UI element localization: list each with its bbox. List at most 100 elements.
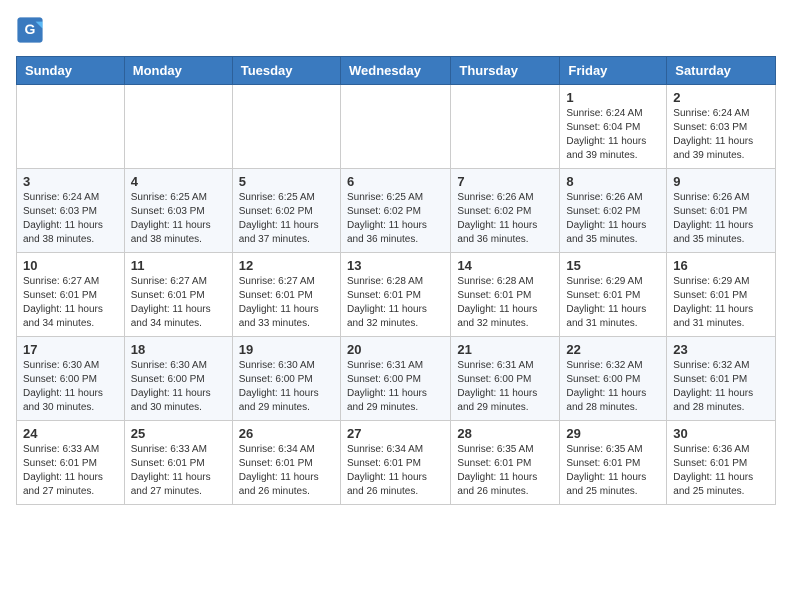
calendar-cell: 13 Sunrise: 6:28 AM Sunset: 6:01 PM Dayl… bbox=[340, 253, 450, 337]
daylight-text: Daylight: 11 hours and 26 minutes. bbox=[239, 472, 319, 497]
calendar-cell: 30 Sunrise: 6:36 AM Sunset: 6:01 PM Dayl… bbox=[667, 421, 776, 505]
cell-info: Sunrise: 6:31 AM Sunset: 6:00 PM Dayligh… bbox=[347, 359, 444, 415]
calendar-cell: 15 Sunrise: 6:29 AM Sunset: 6:01 PM Dayl… bbox=[560, 253, 667, 337]
calendar-cell: 26 Sunrise: 6:34 AM Sunset: 6:01 PM Dayl… bbox=[232, 421, 340, 505]
sunset-text: Sunset: 6:00 PM bbox=[239, 374, 313, 385]
cell-info: Sunrise: 6:27 AM Sunset: 6:01 PM Dayligh… bbox=[239, 275, 334, 331]
day-number: 2 bbox=[673, 90, 769, 105]
calendar-cell: 20 Sunrise: 6:31 AM Sunset: 6:00 PM Dayl… bbox=[340, 337, 450, 421]
day-number: 30 bbox=[673, 426, 769, 441]
cell-info: Sunrise: 6:28 AM Sunset: 6:01 PM Dayligh… bbox=[347, 275, 444, 331]
daylight-text: Daylight: 11 hours and 28 minutes. bbox=[673, 388, 753, 413]
sunset-text: Sunset: 6:00 PM bbox=[347, 374, 421, 385]
cell-info: Sunrise: 6:30 AM Sunset: 6:00 PM Dayligh… bbox=[239, 359, 334, 415]
sunrise-text: Sunrise: 6:29 AM bbox=[566, 276, 642, 287]
sunrise-text: Sunrise: 6:34 AM bbox=[239, 444, 315, 455]
calendar-cell: 4 Sunrise: 6:25 AM Sunset: 6:03 PM Dayli… bbox=[124, 169, 232, 253]
sunrise-text: Sunrise: 6:31 AM bbox=[347, 360, 423, 371]
day-number: 27 bbox=[347, 426, 444, 441]
cell-info: Sunrise: 6:24 AM Sunset: 6:04 PM Dayligh… bbox=[566, 107, 660, 163]
calendar-cell: 11 Sunrise: 6:27 AM Sunset: 6:01 PM Dayl… bbox=[124, 253, 232, 337]
calendar-cell: 17 Sunrise: 6:30 AM Sunset: 6:00 PM Dayl… bbox=[17, 337, 125, 421]
cell-info: Sunrise: 6:25 AM Sunset: 6:02 PM Dayligh… bbox=[347, 191, 444, 247]
sunrise-text: Sunrise: 6:26 AM bbox=[566, 192, 642, 203]
sunrise-text: Sunrise: 6:35 AM bbox=[566, 444, 642, 455]
calendar-cell: 9 Sunrise: 6:26 AM Sunset: 6:01 PM Dayli… bbox=[667, 169, 776, 253]
daylight-text: Daylight: 11 hours and 38 minutes. bbox=[131, 220, 211, 245]
daylight-text: Daylight: 11 hours and 27 minutes. bbox=[131, 472, 211, 497]
cell-info: Sunrise: 6:26 AM Sunset: 6:02 PM Dayligh… bbox=[457, 191, 553, 247]
sunrise-text: Sunrise: 6:24 AM bbox=[673, 108, 749, 119]
sunset-text: Sunset: 6:00 PM bbox=[23, 374, 97, 385]
daylight-text: Daylight: 11 hours and 25 minutes. bbox=[566, 472, 646, 497]
calendar-cell: 27 Sunrise: 6:34 AM Sunset: 6:01 PM Dayl… bbox=[340, 421, 450, 505]
logo: G bbox=[16, 16, 48, 44]
cell-info: Sunrise: 6:28 AM Sunset: 6:01 PM Dayligh… bbox=[457, 275, 553, 331]
weekday-header-monday: Monday bbox=[124, 57, 232, 85]
calendar-week-5: 24 Sunrise: 6:33 AM Sunset: 6:01 PM Dayl… bbox=[17, 421, 776, 505]
page-header: G bbox=[16, 16, 776, 44]
daylight-text: Daylight: 11 hours and 26 minutes. bbox=[347, 472, 427, 497]
daylight-text: Daylight: 11 hours and 28 minutes. bbox=[566, 388, 646, 413]
cell-info: Sunrise: 6:27 AM Sunset: 6:01 PM Dayligh… bbox=[131, 275, 226, 331]
calendar-cell bbox=[124, 85, 232, 169]
day-number: 19 bbox=[239, 342, 334, 357]
day-number: 26 bbox=[239, 426, 334, 441]
sunset-text: Sunset: 6:01 PM bbox=[23, 290, 97, 301]
sunrise-text: Sunrise: 6:30 AM bbox=[239, 360, 315, 371]
calendar-cell: 2 Sunrise: 6:24 AM Sunset: 6:03 PM Dayli… bbox=[667, 85, 776, 169]
calendar-cell: 24 Sunrise: 6:33 AM Sunset: 6:01 PM Dayl… bbox=[17, 421, 125, 505]
calendar-table: SundayMondayTuesdayWednesdayThursdayFrid… bbox=[16, 56, 776, 505]
calendar-week-1: 1 Sunrise: 6:24 AM Sunset: 6:04 PM Dayli… bbox=[17, 85, 776, 169]
calendar-week-3: 10 Sunrise: 6:27 AM Sunset: 6:01 PM Dayl… bbox=[17, 253, 776, 337]
day-number: 22 bbox=[566, 342, 660, 357]
calendar-cell bbox=[340, 85, 450, 169]
daylight-text: Daylight: 11 hours and 39 minutes. bbox=[673, 136, 753, 161]
cell-info: Sunrise: 6:36 AM Sunset: 6:01 PM Dayligh… bbox=[673, 443, 769, 499]
sunrise-text: Sunrise: 6:26 AM bbox=[457, 192, 533, 203]
sunset-text: Sunset: 6:01 PM bbox=[23, 458, 97, 469]
sunset-text: Sunset: 6:01 PM bbox=[131, 290, 205, 301]
sunrise-text: Sunrise: 6:24 AM bbox=[566, 108, 642, 119]
sunrise-text: Sunrise: 6:25 AM bbox=[239, 192, 315, 203]
sunrise-text: Sunrise: 6:25 AM bbox=[131, 192, 207, 203]
daylight-text: Daylight: 11 hours and 37 minutes. bbox=[239, 220, 319, 245]
calendar-cell: 19 Sunrise: 6:30 AM Sunset: 6:00 PM Dayl… bbox=[232, 337, 340, 421]
cell-info: Sunrise: 6:30 AM Sunset: 6:00 PM Dayligh… bbox=[131, 359, 226, 415]
day-number: 14 bbox=[457, 258, 553, 273]
daylight-text: Daylight: 11 hours and 34 minutes. bbox=[131, 304, 211, 329]
cell-info: Sunrise: 6:26 AM Sunset: 6:02 PM Dayligh… bbox=[566, 191, 660, 247]
cell-info: Sunrise: 6:32 AM Sunset: 6:01 PM Dayligh… bbox=[673, 359, 769, 415]
daylight-text: Daylight: 11 hours and 35 minutes. bbox=[566, 220, 646, 245]
sunset-text: Sunset: 6:02 PM bbox=[347, 206, 421, 217]
sunset-text: Sunset: 6:01 PM bbox=[457, 458, 531, 469]
calendar-week-4: 17 Sunrise: 6:30 AM Sunset: 6:00 PM Dayl… bbox=[17, 337, 776, 421]
daylight-text: Daylight: 11 hours and 33 minutes. bbox=[239, 304, 319, 329]
sunset-text: Sunset: 6:03 PM bbox=[23, 206, 97, 217]
calendar-cell: 18 Sunrise: 6:30 AM Sunset: 6:00 PM Dayl… bbox=[124, 337, 232, 421]
sunset-text: Sunset: 6:00 PM bbox=[566, 374, 640, 385]
calendar-cell: 12 Sunrise: 6:27 AM Sunset: 6:01 PM Dayl… bbox=[232, 253, 340, 337]
sunset-text: Sunset: 6:01 PM bbox=[566, 458, 640, 469]
daylight-text: Daylight: 11 hours and 38 minutes. bbox=[23, 220, 103, 245]
sunset-text: Sunset: 6:01 PM bbox=[347, 290, 421, 301]
sunrise-text: Sunrise: 6:32 AM bbox=[566, 360, 642, 371]
sunrise-text: Sunrise: 6:32 AM bbox=[673, 360, 749, 371]
sunset-text: Sunset: 6:01 PM bbox=[131, 458, 205, 469]
day-number: 9 bbox=[673, 174, 769, 189]
cell-info: Sunrise: 6:34 AM Sunset: 6:01 PM Dayligh… bbox=[239, 443, 334, 499]
cell-info: Sunrise: 6:24 AM Sunset: 6:03 PM Dayligh… bbox=[673, 107, 769, 163]
sunset-text: Sunset: 6:01 PM bbox=[673, 458, 747, 469]
calendar-cell bbox=[17, 85, 125, 169]
day-number: 28 bbox=[457, 426, 553, 441]
sunset-text: Sunset: 6:01 PM bbox=[566, 290, 640, 301]
day-number: 23 bbox=[673, 342, 769, 357]
cell-info: Sunrise: 6:31 AM Sunset: 6:00 PM Dayligh… bbox=[457, 359, 553, 415]
day-number: 5 bbox=[239, 174, 334, 189]
sunset-text: Sunset: 6:00 PM bbox=[131, 374, 205, 385]
calendar-cell: 5 Sunrise: 6:25 AM Sunset: 6:02 PM Dayli… bbox=[232, 169, 340, 253]
day-number: 16 bbox=[673, 258, 769, 273]
calendar-cell: 28 Sunrise: 6:35 AM Sunset: 6:01 PM Dayl… bbox=[451, 421, 560, 505]
sunset-text: Sunset: 6:01 PM bbox=[673, 374, 747, 385]
day-number: 21 bbox=[457, 342, 553, 357]
